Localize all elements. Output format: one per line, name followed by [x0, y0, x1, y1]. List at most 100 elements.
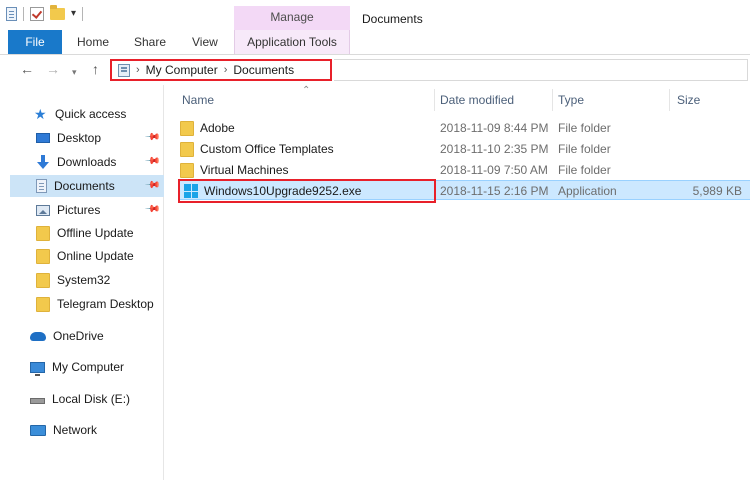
forward-arrow-icon[interactable]: → — [46, 61, 60, 77]
sidebar-item-label: Offline Update — [57, 226, 134, 240]
folder-icon — [180, 120, 194, 136]
sidebar-item-label: Desktop — [57, 131, 102, 145]
address-bar-empty-area[interactable] — [334, 59, 748, 81]
computer-icon — [30, 361, 45, 376]
breadcrumb-documents[interactable]: Documents — [233, 63, 294, 77]
size-cell — [664, 118, 742, 138]
file-name: Custom Office Templates — [200, 142, 334, 156]
computer-location-icon — [118, 63, 130, 77]
folder-icon — [36, 225, 50, 241]
sidebar-item-network[interactable]: Network — [30, 419, 182, 441]
type-cell: File folder — [558, 163, 611, 177]
size-cell — [664, 139, 742, 159]
column-divider[interactable] — [552, 89, 553, 111]
name-cell: Custom Office Templates — [180, 139, 334, 159]
ribbon-tabs: File Home Share View Application Tools — [0, 30, 750, 55]
properties-icon[interactable] — [6, 7, 17, 21]
documents-icon — [36, 179, 47, 193]
sidebar-item-label: Downloads — [57, 155, 117, 169]
sidebar-item-label: Quick access — [55, 107, 127, 121]
manage-context-tab[interactable]: Manage — [234, 6, 350, 30]
folder-icon — [36, 272, 50, 288]
sidebar-item-documents[interactable]: Documents 📌 — [10, 175, 164, 197]
quick-access-toolbar: ▾ — [6, 5, 84, 21]
window-title: Documents — [362, 12, 423, 26]
sidebar-item-local-disk-e[interactable]: Local Disk (E:) — [30, 388, 182, 410]
sidebar-item-label: Network — [53, 423, 98, 437]
recent-locations-chevron-icon[interactable]: ▾ — [72, 64, 77, 80]
sidebar-item-downloads[interactable]: Downloads 📌 — [36, 151, 164, 173]
star-icon: ★ — [34, 106, 47, 122]
file-name: Windows10Upgrade9252.exe — [204, 184, 362, 198]
sidebar-item-telegram-desktop[interactable]: Telegram Desktop — [36, 293, 164, 315]
file-name: Virtual Machines — [200, 163, 289, 177]
column-header-date-modified[interactable]: Date modified — [440, 85, 514, 115]
download-icon — [36, 155, 50, 169]
sidebar-item-pictures[interactable]: Pictures 📌 — [36, 199, 164, 221]
sort-ascending-icon: ⌃ — [302, 85, 311, 96]
tab-file[interactable]: File — [8, 30, 62, 54]
name-cell: Virtual Machines — [180, 160, 289, 180]
new-folder-icon[interactable] — [50, 5, 65, 20]
pin-icon[interactable]: 📌 — [143, 129, 160, 146]
size-cell — [664, 160, 742, 180]
sidebar-item-label: System32 — [57, 273, 111, 287]
sidebar-item-label: Documents — [54, 179, 115, 193]
folder-icon — [36, 248, 50, 264]
column-divider[interactable] — [434, 89, 435, 111]
breadcrumb-my-computer[interactable]: My Computer — [146, 63, 218, 77]
sidebar-item-online-update[interactable]: Online Update — [36, 245, 164, 267]
sidebar-item-my-computer[interactable]: My Computer — [30, 356, 182, 378]
tab-home[interactable]: Home — [77, 30, 109, 54]
type-cell: File folder — [558, 121, 611, 135]
size-cell: 5,989 KB — [692, 184, 742, 198]
name-cell: Windows10Upgrade9252.exe — [184, 181, 361, 201]
back-arrow-icon[interactable]: ← — [20, 61, 34, 77]
table-row-selected[interactable]: Windows10Upgrade9252.exe 2018-11-15 2:16… — [178, 179, 750, 203]
sidebar-item-offline-update[interactable]: Offline Update — [36, 222, 164, 244]
column-header-type[interactable]: Type — [558, 85, 584, 115]
customize-toolbar-dropdown-icon[interactable]: ▾ — [71, 9, 76, 19]
name-cell: Adobe — [180, 118, 235, 138]
folder-icon — [180, 141, 194, 157]
pictures-icon — [36, 204, 50, 216]
pin-icon[interactable]: 📌 — [143, 177, 160, 194]
disk-icon — [30, 398, 45, 404]
sidebar-item-label: OneDrive — [53, 329, 104, 343]
sidebar-item-system32[interactable]: System32 — [36, 269, 164, 291]
column-divider[interactable] — [669, 89, 670, 111]
title-bar: ▾ Manage Documents — [0, 0, 750, 30]
network-icon — [30, 424, 46, 436]
date-modified-cell: 2018-11-09 7:50 AM — [440, 163, 548, 177]
pin-icon[interactable]: 📌 — [143, 201, 160, 218]
windows-app-icon — [184, 184, 198, 198]
sidebar-item-quick-access[interactable]: ★ Quick access — [34, 103, 186, 125]
tab-application-tools[interactable]: Application Tools — [234, 30, 350, 54]
sidebar-item-onedrive[interactable]: OneDrive — [30, 325, 182, 347]
column-header-name[interactable]: Name — [182, 85, 214, 115]
table-row[interactable]: Custom Office Templates 2018-11-10 2:35 … — [178, 139, 750, 159]
up-arrow-icon[interactable]: ↑ — [92, 61, 99, 77]
pin-icon[interactable]: 📌 — [143, 153, 160, 170]
tab-view[interactable]: View — [192, 30, 218, 54]
breadcrumb-chevron-icon[interactable]: › — [136, 64, 140, 76]
sidebar-item-label: Online Update — [57, 249, 134, 263]
sidebar-item-desktop[interactable]: Desktop 📌 — [36, 127, 164, 149]
toolbar-divider — [23, 7, 24, 21]
address-bar[interactable]: › My Computer › Documents — [110, 59, 332, 81]
sidebar-item-label: Local Disk (E:) — [52, 392, 131, 406]
checkmark-icon[interactable] — [30, 7, 44, 21]
sidebar-item-label: My Computer — [52, 360, 125, 374]
desktop-icon — [36, 133, 50, 143]
column-header-size[interactable]: Size — [677, 85, 700, 115]
date-modified-cell: 2018-11-09 8:44 PM — [440, 121, 549, 135]
breadcrumb-chevron-icon[interactable]: › — [224, 64, 228, 76]
date-modified-cell: 2018-11-15 2:16 PM — [440, 184, 549, 198]
date-modified-cell: 2018-11-10 2:35 PM — [440, 142, 549, 156]
folder-icon — [36, 296, 50, 312]
table-row[interactable]: Adobe 2018-11-09 8:44 PM File folder — [178, 118, 750, 138]
table-row[interactable]: Virtual Machines 2018-11-09 7:50 AM File… — [178, 160, 750, 180]
tab-share[interactable]: Share — [134, 30, 166, 54]
folder-icon — [180, 162, 194, 178]
sidebar-item-label: Telegram Desktop — [57, 297, 154, 311]
